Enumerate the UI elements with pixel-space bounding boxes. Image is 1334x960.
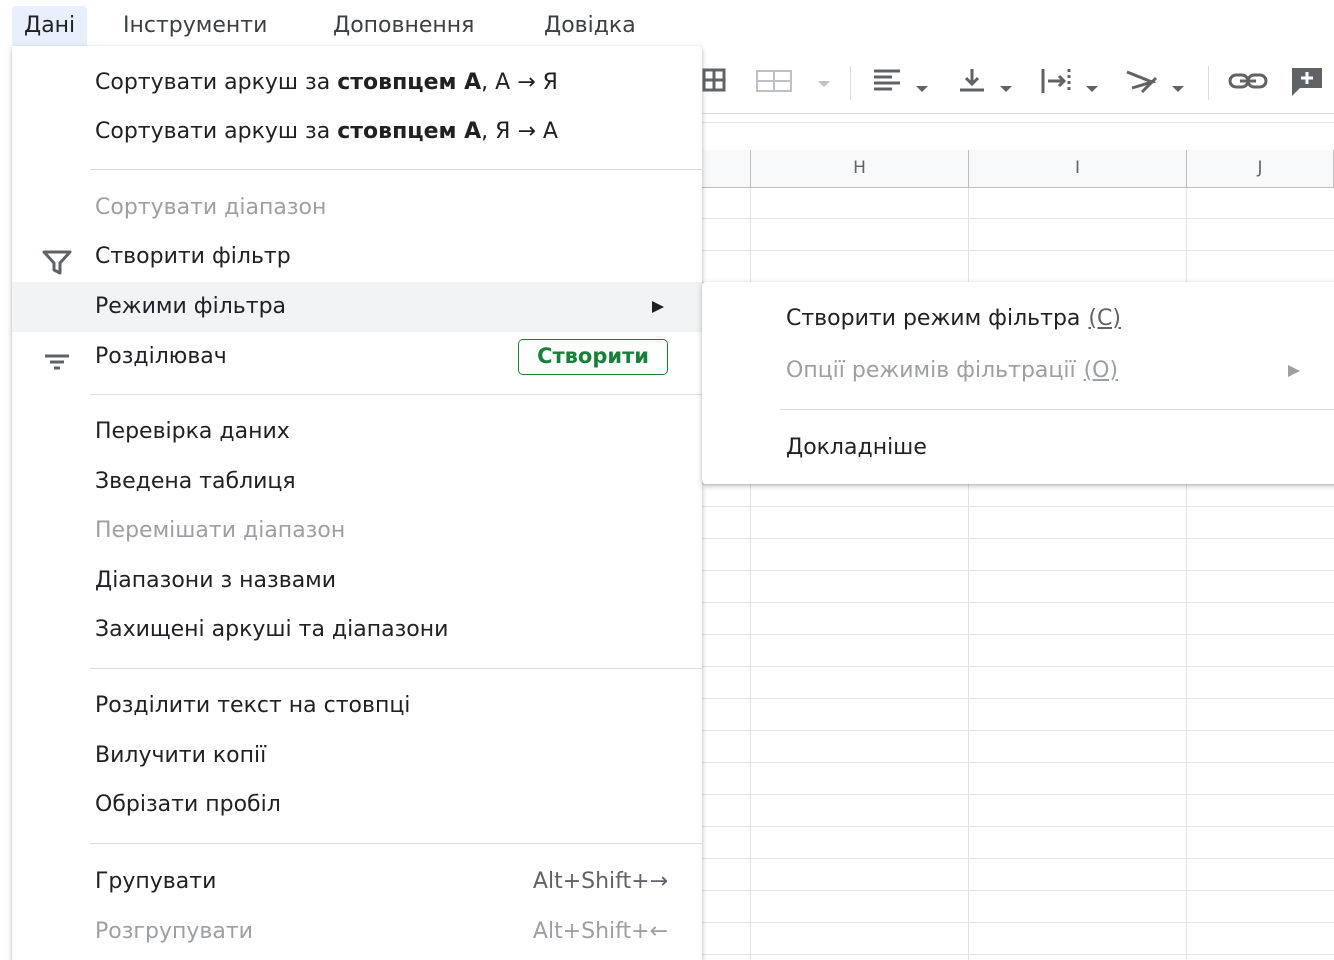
toolbar-divider [850, 66, 851, 100]
group-label: Групувати [95, 869, 217, 894]
toolbar-divider [1208, 66, 1209, 100]
remove-duplicates-item[interactable]: Вилучити копії [12, 731, 702, 781]
toolbar [700, 52, 1334, 114]
align-left-icon[interactable] [872, 66, 928, 100]
sort-range-item: Сортувати діапазон [12, 183, 702, 233]
named-ranges-item[interactable]: Діапазони з назвами [12, 556, 702, 606]
menu-help[interactable]: Довідка [532, 6, 648, 46]
filter-funnel-icon [42, 244, 72, 275]
filter-view-options-key: (О) [1083, 358, 1119, 383]
ungroup-label: Розгрупувати [95, 919, 253, 944]
column-header-i[interactable]: I [969, 150, 1187, 188]
sort-desc-prefix: Сортувати аркуш за [95, 119, 338, 144]
spreadsheet-grid[interactable]: H I J [700, 114, 1334, 960]
data-validation-label: Перевірка даних [95, 419, 290, 444]
learn-more-item[interactable]: Докладніше [702, 422, 1334, 474]
learn-more-label: Докладніше [786, 435, 927, 460]
submenu-arrow-icon [652, 301, 664, 313]
menu-addons[interactable]: Доповнення [321, 6, 486, 46]
menu-separator [90, 169, 702, 170]
filter-views-item[interactable]: Режими фільтра [12, 282, 702, 332]
menu-separator [90, 668, 702, 669]
named-ranges-label: Діапазони з назвами [95, 568, 337, 593]
group-item[interactable]: Групувати Alt+Shift+→ [12, 857, 702, 907]
trim-whitespace-label: Обрізати пробіл [95, 792, 281, 817]
create-filter-view-label: Створити режим фільтра [786, 306, 1081, 331]
borders-icon[interactable] [702, 66, 728, 100]
split-text-label: Розділити текст на стовпці [95, 693, 411, 718]
create-filter-item[interactable]: Створити фільтр [12, 232, 702, 282]
column-header-j[interactable]: J [1187, 150, 1334, 188]
data-menu-dropdown: Сортувати аркуш за стовпцем А, А → Я Сор… [12, 46, 702, 960]
split-text-item[interactable]: Розділити текст на стовпці [12, 681, 702, 731]
merge-cells-icon[interactable] [756, 66, 792, 100]
pivot-table-label: Зведена таблиця [95, 469, 296, 494]
slicer-create-badge[interactable]: Створити [518, 339, 668, 375]
randomize-range-item: Перемішати діапазон [12, 506, 702, 556]
insert-comment-icon[interactable] [1290, 66, 1324, 100]
slicer-item[interactable]: Розділювач Створити [12, 332, 702, 382]
data-validation-item[interactable]: Перевірка даних [12, 407, 702, 457]
create-filter-label: Створити фільтр [95, 244, 291, 269]
menu-separator [90, 843, 702, 844]
submenu-separator [780, 409, 1334, 410]
column-header-g[interactable] [700, 150, 751, 188]
sort-desc-suffix: , Я → А [481, 119, 558, 144]
sort-sheet-desc-item[interactable]: Сортувати аркуш за стовпцем А, Я → А [12, 107, 702, 157]
filter-views-submenu: Створити режим фільтра (С) Опції режимів … [702, 282, 1334, 484]
remove-duplicates-label: Вилучити копії [95, 743, 267, 768]
menu-data[interactable]: Дані [12, 6, 88, 46]
slicer-icon [42, 344, 72, 370]
sort-asc-prefix: Сортувати аркуш за [95, 70, 338, 95]
filter-view-options-label: Опції режимів фільтрації [786, 358, 1076, 383]
sort-range-label: Сортувати діапазон [95, 195, 327, 220]
menu-tools[interactable]: Інструменти [111, 6, 279, 46]
trim-whitespace-item[interactable]: Обрізати пробіл [12, 780, 702, 830]
valign-bottom-icon[interactable] [958, 66, 1012, 100]
ungroup-item: Розгрупувати Alt+Shift+← [12, 907, 702, 957]
filter-view-options-item: Опції режимів фільтрації (О) [702, 345, 1334, 397]
create-filter-view-item[interactable]: Створити режим фільтра (С) [702, 293, 1334, 345]
sort-asc-column: стовпцем А [337, 70, 482, 95]
link-icon[interactable] [1228, 66, 1268, 100]
submenu-arrow-icon [1288, 365, 1300, 377]
randomize-range-label: Перемішати діапазон [95, 518, 346, 543]
sort-desc-column: стовпцем А [337, 119, 482, 144]
menu-separator [90, 394, 702, 395]
sort-asc-suffix: , А → Я [481, 70, 558, 95]
menu-bar: Дані Інструменти Доповнення Довідка [0, 0, 1334, 52]
filter-views-label: Режими фільтра [95, 294, 287, 319]
protected-sheets-label: Захищені аркуші та діапазони [95, 617, 449, 642]
group-shortcut: Alt+Shift+→ [532, 869, 668, 894]
create-filter-view-key: (С) [1088, 306, 1121, 331]
merge-dropdown-icon[interactable] [812, 66, 830, 100]
text-rotate-icon[interactable] [1124, 66, 1184, 100]
pivot-table-item[interactable]: Зведена таблиця [12, 457, 702, 507]
column-header-h[interactable]: H [751, 150, 969, 188]
protected-sheets-item[interactable]: Захищені аркуші та діапазони [12, 605, 702, 655]
text-wrap-icon[interactable] [1040, 66, 1098, 100]
ungroup-shortcut: Alt+Shift+← [532, 919, 668, 944]
sort-sheet-asc-item[interactable]: Сортувати аркуш за стовпцем А, А → Я [12, 58, 702, 108]
slicer-label: Розділювач [95, 344, 227, 369]
